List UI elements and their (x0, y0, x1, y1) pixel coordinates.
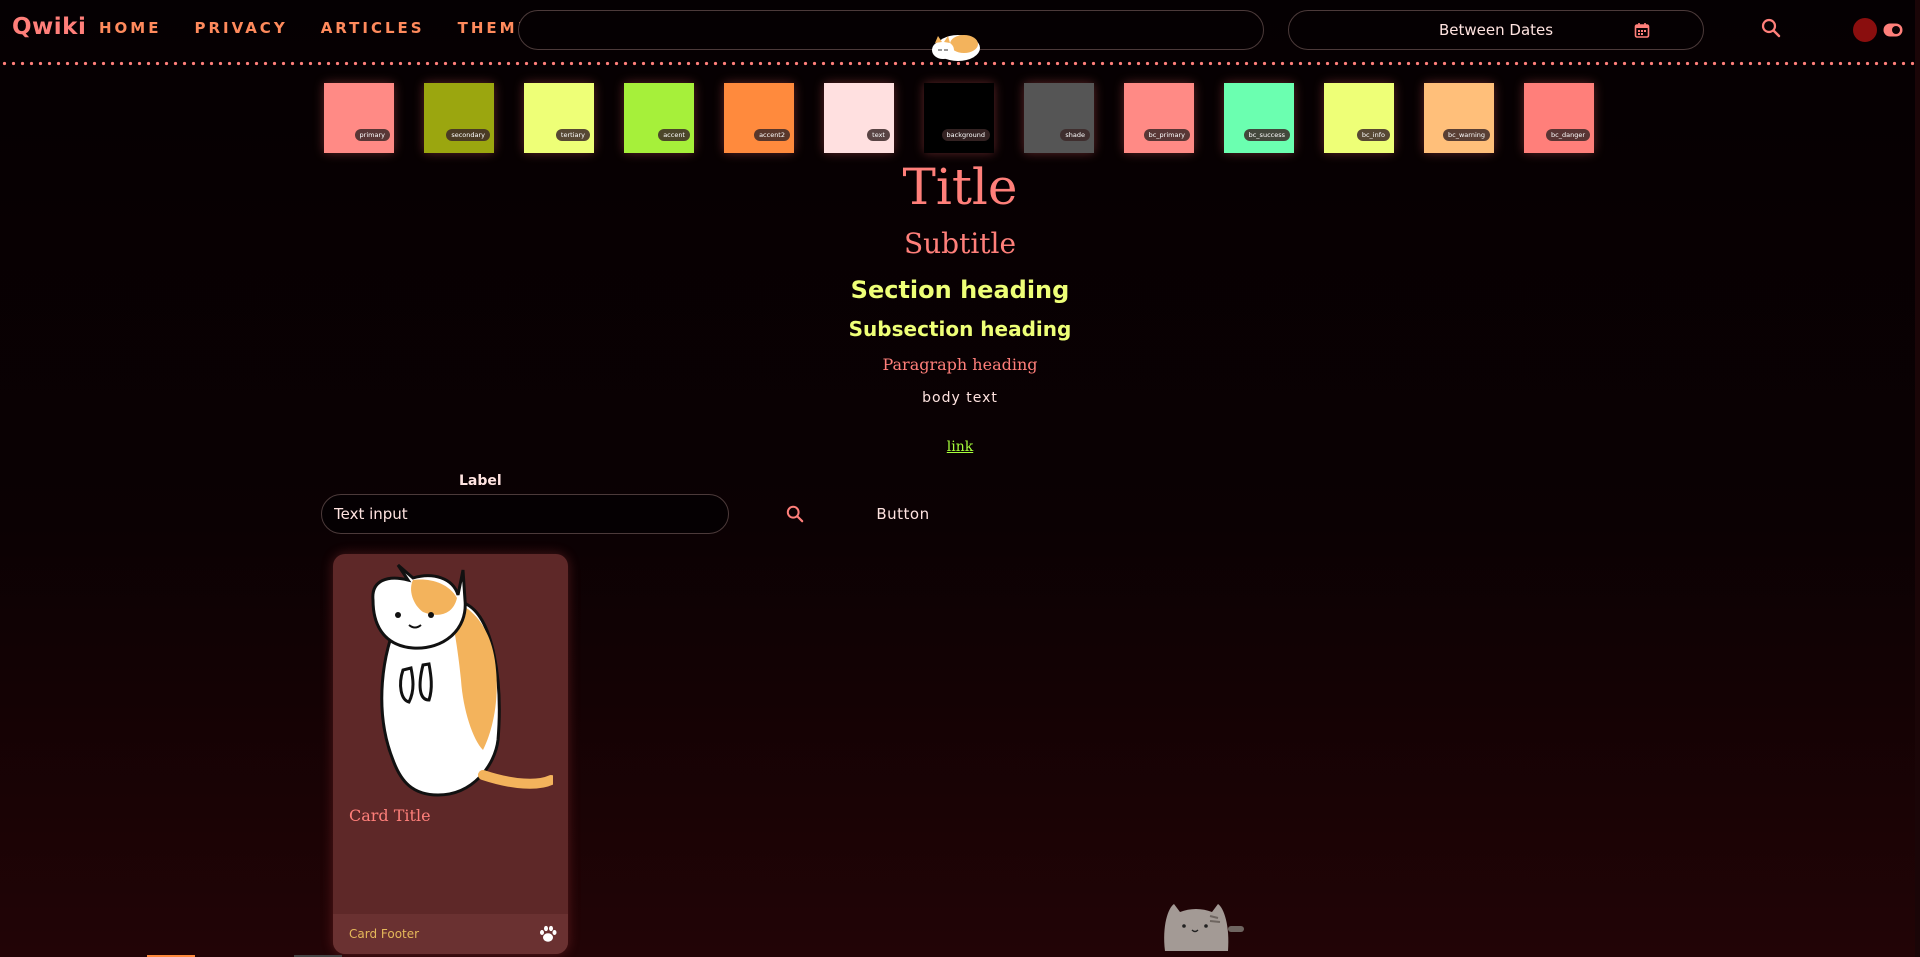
swatch-label: shade (1060, 129, 1090, 141)
swatch-bc-danger: bc_danger (1524, 83, 1594, 153)
body-text: body text (922, 390, 998, 406)
toggle-knob (1853, 18, 1877, 42)
text-input[interactable] (321, 494, 729, 534)
nav-link-articles[interactable]: ARTICLES (321, 19, 425, 37)
search-input[interactable] (518, 10, 1264, 50)
swatch-label: bc_success (1243, 129, 1290, 141)
nav-links: HOME PRIVACY ARTICLES THEME (99, 19, 531, 37)
input-label: Label (459, 473, 502, 489)
swatch-primary: primary (324, 83, 394, 153)
theme-toggle[interactable] (1853, 18, 1905, 42)
navbar: Qwiki HOME PRIVACY ARTICLES THEME Betwee… (0, 0, 1920, 61)
color-swatches: primary secondary tertiary accent accent… (324, 83, 1594, 153)
swatch-accent: accent (624, 83, 694, 153)
sample-link: link (0, 439, 1920, 455)
swatch-label: tertiary (555, 129, 590, 141)
swatch-bc-primary: bc_primary (1124, 83, 1194, 153)
card[interactable]: Card Title Card Footer (333, 554, 568, 954)
search-icon[interactable] (786, 505, 804, 523)
scrollbar[interactable] (1915, 0, 1920, 957)
swatch-bc-success: bc_success (1224, 83, 1294, 153)
swatch-label: accent2 (754, 129, 790, 141)
swatch-secondary: secondary (424, 83, 494, 153)
navbar-divider (0, 61, 1920, 66)
date-range-picker[interactable]: Between Dates (1288, 10, 1704, 50)
search-icon[interactable] (1761, 18, 1781, 38)
theme-toggle-icon (1883, 23, 1903, 37)
swatch-label: primary (354, 129, 390, 141)
swatch-label: text (867, 129, 890, 141)
date-range-label: Between Dates (1439, 21, 1554, 39)
swatch-label: secondary (446, 129, 490, 141)
subtitle: Subtitle (903, 227, 1017, 260)
card-footer-text: Card Footer (349, 927, 420, 941)
subsection-heading: Subsection heading (848, 317, 1072, 341)
swatch-label: background (941, 129, 990, 141)
swatch-shade: shade (1024, 83, 1094, 153)
swatch-label: accent (658, 129, 690, 141)
swatch-label: bc_primary (1143, 129, 1190, 141)
swatch-bc-warning: bc_warning (1424, 83, 1494, 153)
page-title: Title (902, 158, 1018, 216)
card-title: Card Title (349, 806, 431, 825)
swatch-bc-info: bc_info (1324, 83, 1394, 153)
nav-link-privacy[interactable]: PRIVACY (194, 19, 287, 37)
swatch-accent2: accent2 (724, 83, 794, 153)
cat-illustration (371, 563, 553, 797)
paw-icon[interactable] (538, 924, 558, 944)
nav-link-home[interactable]: HOME (99, 19, 161, 37)
swatch-label: bc_danger (1546, 129, 1590, 141)
swatch-label: bc_warning (1443, 129, 1490, 141)
calendar-icon[interactable] (1634, 22, 1650, 38)
sleeping-cat-icon (932, 35, 980, 61)
section-heading: Section heading (850, 276, 1070, 304)
swatch-background: background (924, 83, 994, 153)
swatch-text: text (824, 83, 894, 153)
swatch-tertiary: tertiary (524, 83, 594, 153)
pusheen-cat-icon (1164, 904, 1244, 951)
link[interactable]: link (947, 439, 973, 455)
paragraph-heading: Paragraph heading (882, 355, 1038, 374)
sample-button[interactable]: Button (860, 500, 946, 528)
brand-logo[interactable]: Qwiki (12, 14, 86, 40)
card-footer: Card Footer (333, 914, 568, 954)
swatch-label: bc_info (1356, 129, 1390, 141)
